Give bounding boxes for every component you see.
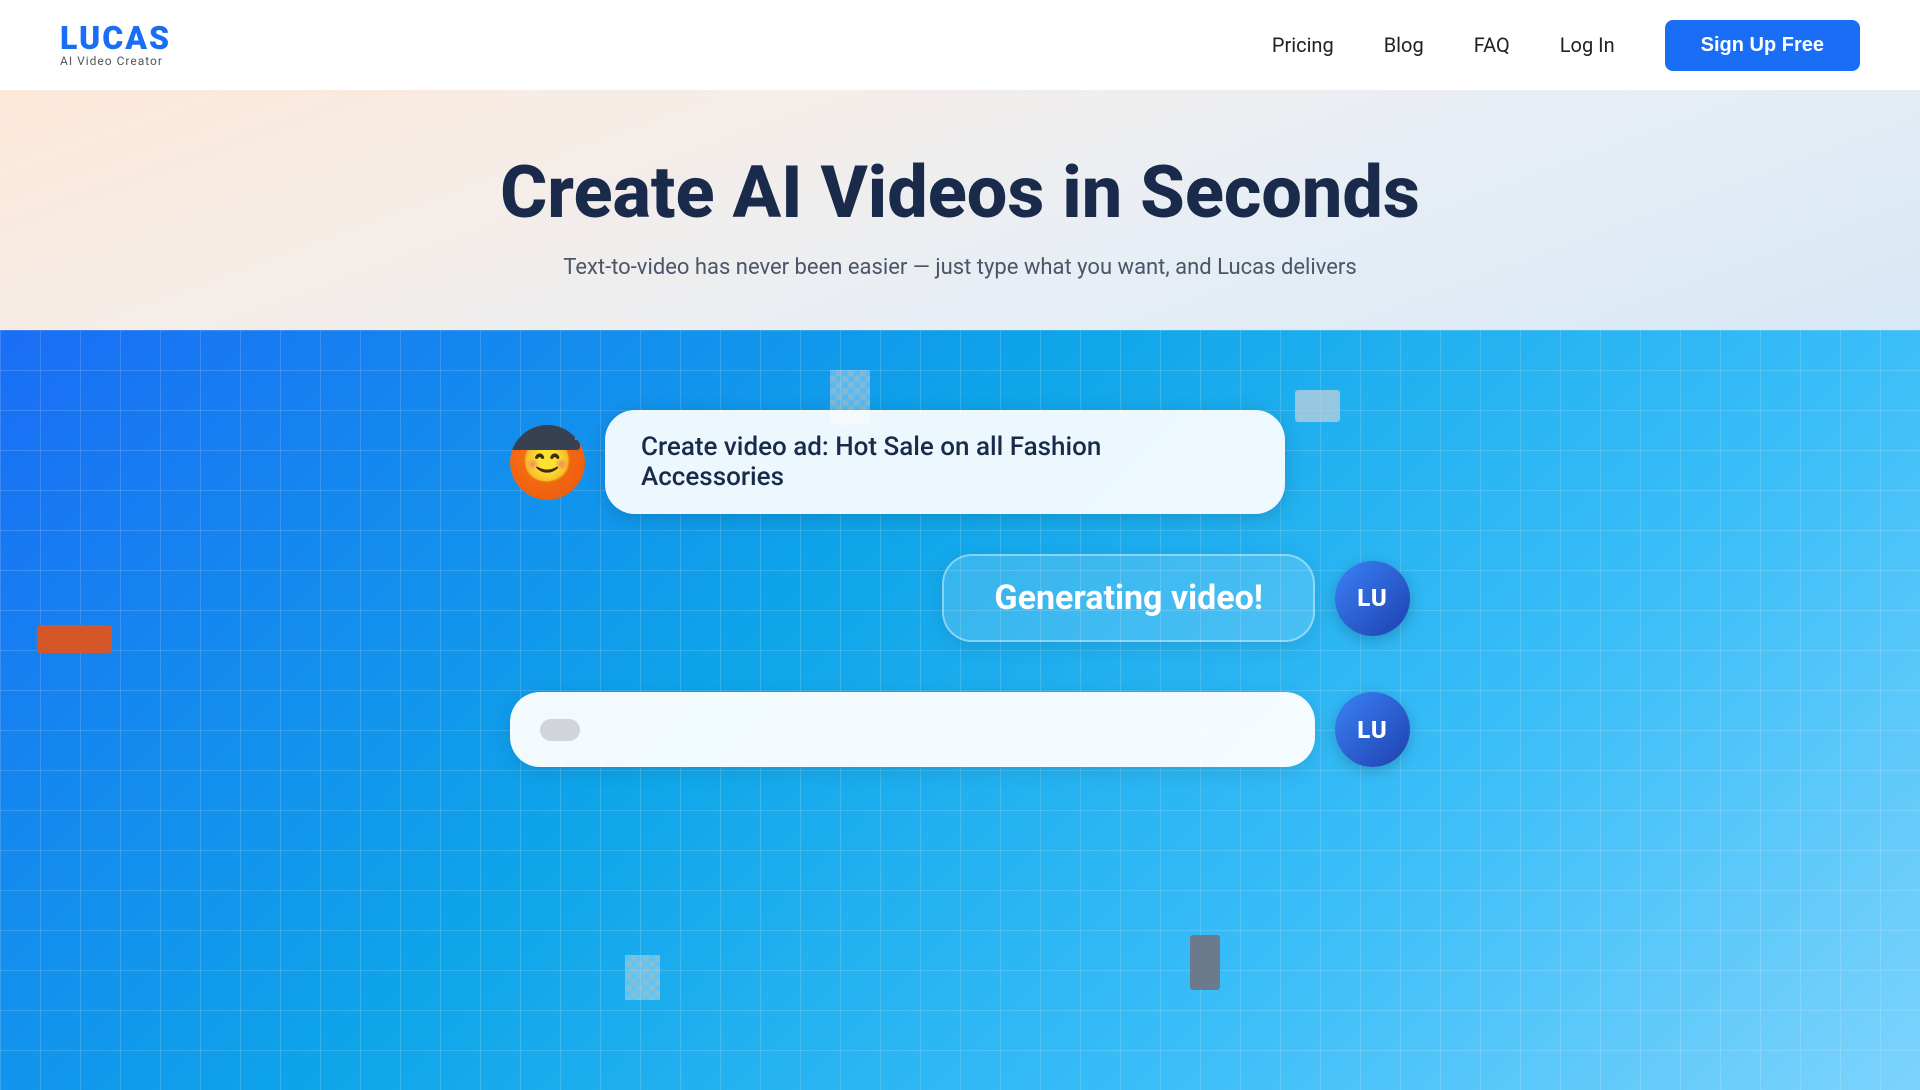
- hero-title: Create AI Videos in Seconds: [0, 150, 1920, 235]
- ai-message-row: Generating video! LU: [510, 554, 1410, 642]
- deco-checker-bottom: [625, 955, 660, 1000]
- input-row: LU: [510, 692, 1410, 767]
- deco-rect-orange: [37, 625, 112, 653]
- nav: Pricing Blog FAQ Log In Sign Up Free: [1272, 20, 1860, 71]
- nav-link-login[interactable]: Log In: [1560, 33, 1615, 57]
- ai-avatar-1: LU: [1335, 561, 1410, 636]
- input-loading-indicator: [540, 719, 580, 741]
- hero-subtitle: Text-to-video has never been easier — ju…: [0, 255, 1920, 280]
- chat-input-field[interactable]: [510, 692, 1315, 767]
- logo: LUCAS AI Video Creator: [60, 22, 171, 68]
- demo-section: Create video ad: Hot Sale on all Fashion…: [0, 330, 1920, 1090]
- logo-text: LUCAS: [60, 22, 171, 54]
- logo-subtitle: AI Video Creator: [60, 54, 163, 68]
- nav-link-pricing[interactable]: Pricing: [1272, 33, 1334, 57]
- nav-link-blog[interactable]: Blog: [1384, 33, 1424, 57]
- user-message-bubble: Create video ad: Hot Sale on all Fashion…: [605, 410, 1285, 514]
- signup-button[interactable]: Sign Up Free: [1665, 20, 1860, 71]
- user-message-row: Create video ad: Hot Sale on all Fashion…: [510, 410, 1410, 514]
- user-avatar-bg: [510, 425, 585, 500]
- chat-container: Create video ad: Hot Sale on all Fashion…: [510, 410, 1410, 767]
- header: LUCAS AI Video Creator Pricing Blog FAQ …: [0, 0, 1920, 90]
- nav-link-faq[interactable]: FAQ: [1474, 33, 1510, 57]
- deco-rect-gray-bottom: [1190, 935, 1220, 990]
- user-avatar: [510, 425, 585, 500]
- avatar-hat: [515, 425, 575, 445]
- ai-message-bubble: Generating video!: [942, 554, 1315, 642]
- ai-avatar-label-1: LU: [1357, 584, 1388, 612]
- ai-avatar-2: LU: [1335, 692, 1410, 767]
- hero-section: Create AI Videos in Seconds Text-to-vide…: [0, 90, 1920, 330]
- ai-avatar-label-2: LU: [1357, 716, 1388, 744]
